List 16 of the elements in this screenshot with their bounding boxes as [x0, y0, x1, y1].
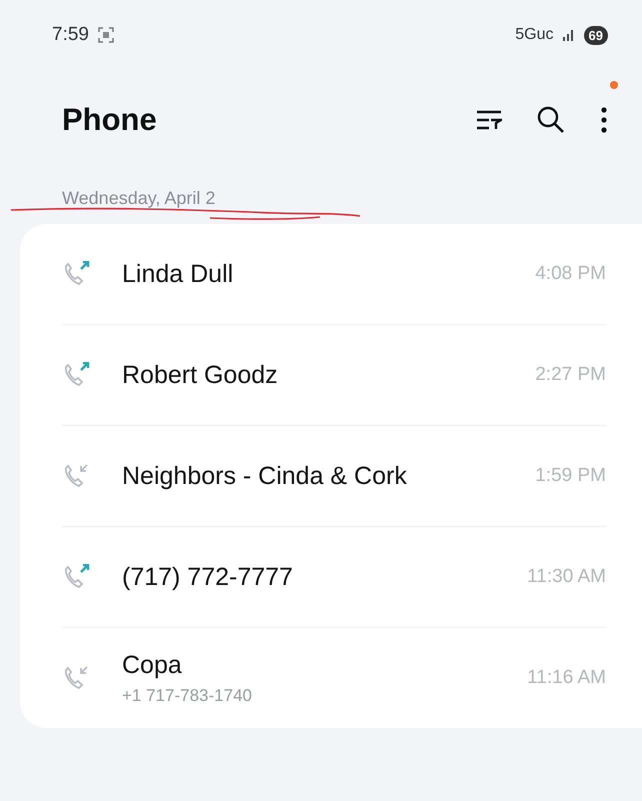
caller-name[interactable]: (717) 772-7777: [122, 562, 528, 592]
call-time: 4:08 PM: [535, 263, 606, 285]
caller-name[interactable]: Linda Dull: [122, 260, 536, 288]
phone-number: +1 717-783-1740: [122, 686, 253, 706]
call-time: 2:27 PM: [535, 364, 606, 386]
date-heading: Wednesday, April 2: [61, 187, 216, 210]
caller-name[interactable]: Copa: [122, 650, 528, 680]
clock-time: 7:59: [52, 24, 89, 46]
call-time: 11:30 AM: [527, 566, 606, 588]
network-type: 5Guc: [515, 26, 554, 44]
caller-name[interactable]: Neighbors - Cinda & Cork: [122, 462, 536, 490]
caller-name[interactable]: Robert Goodz: [122, 360, 536, 390]
call-time: 11:16 AM: [527, 667, 606, 689]
app-title: Phone: [62, 102, 158, 138]
battery-level: 69: [584, 26, 608, 44]
call-time: 1:59 PM: [535, 465, 606, 487]
